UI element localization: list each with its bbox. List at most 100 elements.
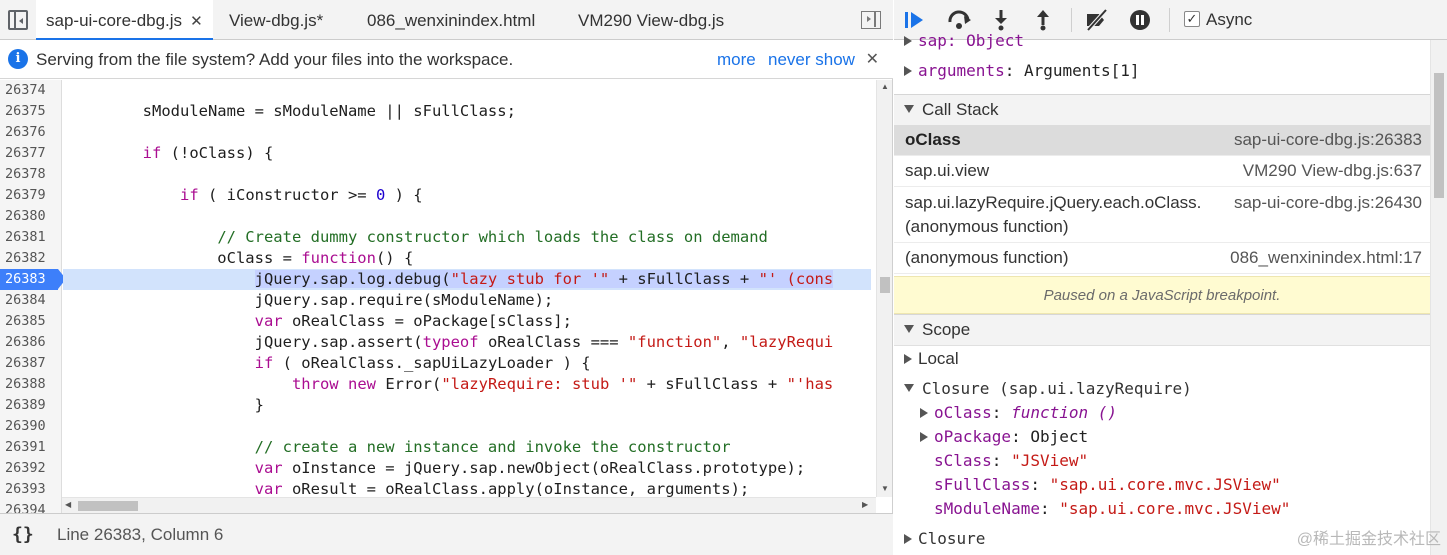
- code-line[interactable]: jQuery.sap.assert(typeof oRealClass === …: [68, 332, 876, 353]
- code-line[interactable]: [68, 416, 876, 437]
- call-frame[interactable]: oClass sap-ui-core-dbg.js:26383: [894, 125, 1430, 156]
- line-number[interactable]: 26392: [5, 458, 62, 479]
- code-line[interactable]: [68, 164, 876, 185]
- scope-header[interactable]: Scope: [894, 314, 1430, 346]
- infobar-close-icon[interactable]: ✕: [866, 40, 879, 79]
- scope-closure-label: Closure: [918, 529, 986, 548]
- scope-local[interactable]: Local: [894, 344, 1430, 374]
- code-line[interactable]: [68, 122, 876, 143]
- call-stack-title: Call Stack: [922, 100, 999, 119]
- line-number[interactable]: 26388: [5, 374, 62, 395]
- vertical-scroll-thumb[interactable]: [880, 277, 890, 293]
- current-code-line[interactable]: jQuery.sap.log.debug("lazy stub for '" +…: [63, 269, 871, 290]
- workspace-infobar: i Serving from the file system? Add your…: [0, 40, 893, 79]
- code-line[interactable]: if ( oRealClass._sapUiLazyLoader ) {: [68, 353, 876, 374]
- breakpoint-line-number[interactable]: 26383: [0, 269, 66, 290]
- line-number[interactable]: 26384: [5, 290, 62, 311]
- scroll-up-icon[interactable]: ▲: [881, 82, 889, 91]
- toggle-debugger-icon[interactable]: [861, 11, 881, 29]
- frame-function: (anonymous function): [905, 248, 1069, 267]
- toggle-navigator-icon[interactable]: [8, 10, 28, 30]
- infobar-never-show-link[interactable]: never show: [768, 40, 855, 79]
- frame-location[interactable]: VM290 View-dbg.js:637: [1243, 156, 1422, 186]
- debugger-sidebar: ✓ Async sap: Object arguments: Arguments…: [894, 0, 1447, 555]
- scroll-down-icon[interactable]: ▼: [881, 484, 889, 493]
- cursor-position: Line 26383, Column 6: [57, 525, 224, 544]
- tab-label: 086_wenxinindex.html: [367, 11, 536, 30]
- var-value: function (): [1011, 403, 1118, 422]
- editor-status-bar: {} Line 26383, Column 6: [0, 513, 893, 555]
- closure-variable[interactable]: oClass: function (): [894, 401, 1430, 425]
- vertical-scrollbar[interactable]: ▲ ▼: [876, 80, 892, 497]
- code-line[interactable]: [68, 206, 876, 227]
- frame-location[interactable]: sap-ui-core-dbg.js:26383: [1234, 125, 1422, 155]
- var-value: "sap.ui.core.mvc.JSView": [1049, 475, 1281, 494]
- pretty-print-icon[interactable]: {}: [12, 514, 34, 555]
- scope-item-partial[interactable]: sap: Object: [894, 29, 1430, 53]
- code-line[interactable]: oClass = function() {: [68, 248, 876, 269]
- code-line[interactable]: // Create dummy constructor which loads …: [68, 227, 876, 248]
- collapse-icon: [904, 384, 914, 392]
- frame-function: oClass: [905, 130, 961, 149]
- code-line[interactable]: var oInstance = jQuery.sap.newObject(oRe…: [68, 458, 876, 479]
- call-frame[interactable]: (anonymous function) 086_wenxinindex.htm…: [894, 243, 1430, 274]
- line-number[interactable]: 26378: [5, 164, 62, 185]
- tab-vm290-view-dbg[interactable]: VM290 View-dbg.js: [578, 0, 724, 40]
- code-line[interactable]: if ( iConstructor >= 0 ) {: [68, 185, 876, 206]
- line-number[interactable]: 26391: [5, 437, 62, 458]
- expand-icon: [904, 354, 912, 364]
- tab-wenxinindex[interactable]: 086_wenxinindex.html: [367, 0, 535, 40]
- scope-item-arguments[interactable]: arguments: Arguments[1]: [894, 56, 1430, 86]
- var-value: "sap.ui.core.mvc.JSView": [1059, 499, 1291, 518]
- infobar-more-link[interactable]: more: [717, 40, 756, 79]
- scope-var-partial: sap: Object: [918, 31, 1024, 50]
- line-number[interactable]: 26380: [5, 206, 62, 227]
- line-number-gutter[interactable]: 26374 26375 26376 26377 26378 26379 26380 26381…: [0, 80, 66, 513]
- closure-variable[interactable]: sModuleName: "sap.ui.core.mvc.JSView": [894, 497, 1430, 521]
- sidebar-scroll-thumb[interactable]: [1434, 73, 1444, 198]
- line-number[interactable]: 26394: [5, 500, 62, 513]
- line-number[interactable]: 26385: [5, 311, 62, 332]
- call-frame[interactable]: sap.ui.lazyRequire.jQuery.each.oClass. (…: [894, 187, 1430, 243]
- line-number[interactable]: 26377: [5, 143, 62, 164]
- code-line[interactable]: throw new Error("lazyRequire: stub '" + …: [68, 374, 876, 395]
- scope-closure[interactable]: Closure (sap.ui.lazyRequire): [894, 374, 1430, 404]
- code-line[interactable]: [68, 80, 876, 101]
- code-editor[interactable]: 26374 26375 26376 26377 26378 26379 26380 26381…: [0, 80, 893, 513]
- line-number[interactable]: 26376: [5, 122, 62, 143]
- closure-variable[interactable]: oPackage: Object: [894, 425, 1430, 449]
- code-line[interactable]: var oRealClass = oPackage[sClass];: [68, 311, 876, 332]
- var-value: Arguments[1]: [1023, 61, 1140, 80]
- call-frame[interactable]: sap.ui.view VM290 View-dbg.js:637: [894, 156, 1430, 187]
- closure-variable[interactable]: sFullClass: "sap.ui.core.mvc.JSView": [894, 473, 1430, 497]
- tab-view-dbg[interactable]: View-dbg.js*: [229, 0, 323, 40]
- frame-location[interactable]: sap-ui-core-dbg.js:26430: [1234, 191, 1422, 215]
- code-line[interactable]: if (!oClass) {: [68, 143, 876, 164]
- line-number[interactable]: 26374: [5, 80, 62, 101]
- code-line[interactable]: // create a new instance and invoke the …: [68, 437, 876, 458]
- code-line[interactable]: jQuery.sap.require(sModuleName);: [68, 290, 876, 311]
- sidebar-scrollbar[interactable]: [1430, 40, 1447, 555]
- line-number[interactable]: 26393: [5, 479, 62, 500]
- line-number[interactable]: 26389: [5, 395, 62, 416]
- call-stack-header[interactable]: Call Stack: [894, 94, 1430, 126]
- expand-icon: [920, 432, 928, 442]
- line-number[interactable]: 26386: [5, 332, 62, 353]
- closure-variable[interactable]: sClass: "JSView": [894, 449, 1430, 473]
- code-line[interactable]: sModuleName = sModuleName || sFullClass;: [68, 101, 876, 122]
- tab-close-icon[interactable]: ✕: [190, 13, 203, 30]
- scroll-right-icon[interactable]: ▶: [862, 500, 868, 509]
- line-number[interactable]: 26390: [5, 416, 62, 437]
- horizontal-scroll-thumb[interactable]: [78, 501, 138, 511]
- scroll-left-icon[interactable]: ◀: [65, 500, 71, 509]
- line-number[interactable]: 26381: [5, 227, 62, 248]
- line-number[interactable]: 26379: [5, 185, 62, 206]
- tab-sap-ui-core-dbg[interactable]: sap-ui-core-dbg.js ✕: [36, 0, 213, 41]
- line-number[interactable]: 26382: [5, 248, 62, 269]
- frame-location[interactable]: 086_wenxinindex.html:17: [1230, 243, 1422, 273]
- code-line[interactable]: }: [68, 395, 876, 416]
- async-checkbox[interactable]: ✓: [1184, 11, 1200, 27]
- horizontal-scrollbar[interactable]: ◀ ▶: [62, 497, 876, 513]
- line-number[interactable]: 26387: [5, 353, 62, 374]
- line-number[interactable]: 26375: [5, 101, 62, 122]
